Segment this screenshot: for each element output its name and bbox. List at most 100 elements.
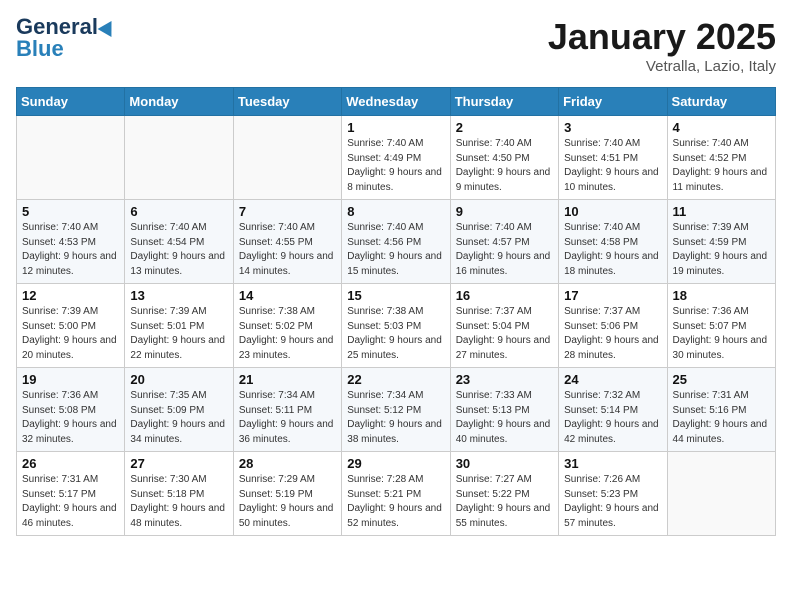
calendar-cell: 30Sunrise: 7:27 AMSunset: 5:22 PMDayligh… bbox=[450, 452, 558, 536]
calendar-cell: 22 Sunrise: 7:34 AMSunset: 5:12 PMDayligh… bbox=[342, 368, 450, 452]
calendar-cell: 1Sunrise: 7:40 AMSunset: 4:49 PMDaylight… bbox=[342, 116, 450, 200]
title-area: January 2025 Vetralla, Lazio, Italy bbox=[548, 16, 776, 75]
day-number: 17 bbox=[564, 288, 661, 303]
day-number: 1 bbox=[347, 120, 444, 135]
day-info: Sunrise: 7:39 AMSunset: 4:59 PMDaylight:… bbox=[673, 221, 770, 279]
day-number: 12 bbox=[22, 288, 119, 303]
day-number: 19 bbox=[22, 372, 119, 387]
calendar-week-row: 26 Sunrise: 7:31 AMSunset: 5:17 PMDayligh… bbox=[17, 452, 776, 536]
calendar-cell: 10 Sunrise: 7:40 AMSunset: 4:58 PMDayligh… bbox=[559, 200, 667, 284]
day-info: Sunrise: 7:39 AMSunset: 5:01 PMDaylight:… bbox=[130, 305, 227, 363]
day-number: 27 bbox=[130, 456, 227, 471]
day-number: 7 bbox=[239, 204, 336, 219]
calendar-table: SundayMondayTuesdayWednesdayThursdayFrid… bbox=[16, 87, 776, 536]
calendar-week-row: 12Sunrise: 7:39 AMSunset: 5:00 PMDayligh… bbox=[17, 284, 776, 368]
day-info: Sunrise: 7:40 AMSunset: 4:54 PMDaylight:… bbox=[130, 221, 227, 279]
day-number: 9 bbox=[456, 204, 553, 219]
day-info: Sunrise: 7:40 AMSunset: 4:50 PMDaylight:… bbox=[456, 137, 553, 195]
day-number: 3 bbox=[564, 120, 661, 135]
calendar-cell: 26 Sunrise: 7:31 AMSunset: 5:17 PMDayligh… bbox=[17, 452, 125, 536]
calendar-cell: 23 Sunrise: 7:33 AMSunset: 5:13 PMDayligh… bbox=[450, 368, 558, 452]
calendar-week-row: 1Sunrise: 7:40 AMSunset: 4:49 PMDaylight… bbox=[17, 116, 776, 200]
calendar-cell: 25 Sunrise: 7:31 AMSunset: 5:16 PMDayligh… bbox=[667, 368, 775, 452]
calendar-cell: 6 Sunrise: 7:40 AMSunset: 4:54 PMDaylight… bbox=[125, 200, 233, 284]
day-number: 8 bbox=[347, 204, 444, 219]
day-info: Sunrise: 7:38 AMSunset: 5:02 PMDaylight:… bbox=[239, 305, 336, 363]
column-header-friday: Friday bbox=[559, 88, 667, 116]
calendar-week-row: 5Sunrise: 7:40 AMSunset: 4:53 PMDaylight… bbox=[17, 200, 776, 284]
day-info: Sunrise: 7:34 AMSunset: 5:12 PMDaylight:… bbox=[347, 389, 444, 447]
calendar-cell: 14 Sunrise: 7:38 AMSunset: 5:02 PMDayligh… bbox=[233, 284, 341, 368]
day-info: Sunrise: 7:34 AMSunset: 5:11 PMDaylight:… bbox=[239, 389, 336, 447]
day-info: Sunrise: 7:40 AMSunset: 4:58 PMDaylight:… bbox=[564, 221, 661, 279]
calendar-cell: 28 Sunrise: 7:29 AMSunset: 5:19 PMDayligh… bbox=[233, 452, 341, 536]
calendar-cell: 15 Sunrise: 7:38 AMSunset: 5:03 PMDayligh… bbox=[342, 284, 450, 368]
day-info: Sunrise: 7:40 AMSunset: 4:57 PMDaylight:… bbox=[456, 221, 553, 279]
column-header-saturday: Saturday bbox=[667, 88, 775, 116]
column-header-wednesday: Wednesday bbox=[342, 88, 450, 116]
day-info: Sunrise: 7:35 AMSunset: 5:09 PMDaylight:… bbox=[130, 389, 227, 447]
logo-text-general: General bbox=[16, 16, 98, 38]
day-number: 26 bbox=[22, 456, 119, 471]
day-number: 13 bbox=[130, 288, 227, 303]
calendar-cell: 7 Sunrise: 7:40 AMSunset: 4:55 PMDaylight… bbox=[233, 200, 341, 284]
calendar-cell: 20Sunrise: 7:35 AMSunset: 5:09 PMDayligh… bbox=[125, 368, 233, 452]
day-number: 29 bbox=[347, 456, 444, 471]
location-subtitle: Vetralla, Lazio, Italy bbox=[548, 58, 776, 75]
day-info: Sunrise: 7:36 AMSunset: 5:08 PMDaylight:… bbox=[22, 389, 119, 447]
day-number: 21 bbox=[239, 372, 336, 387]
calendar-cell: 8 Sunrise: 7:40 AMSunset: 4:56 PMDaylight… bbox=[342, 200, 450, 284]
day-number: 16 bbox=[456, 288, 553, 303]
calendar-cell: 17 Sunrise: 7:37 AMSunset: 5:06 PMDayligh… bbox=[559, 284, 667, 368]
day-number: 23 bbox=[456, 372, 553, 387]
calendar-cell: 5Sunrise: 7:40 AMSunset: 4:53 PMDaylight… bbox=[17, 200, 125, 284]
day-number: 31 bbox=[564, 456, 661, 471]
calendar-cell: 18 Sunrise: 7:36 AMSunset: 5:07 PMDayligh… bbox=[667, 284, 775, 368]
day-info: Sunrise: 7:28 AMSunset: 5:21 PMDaylight:… bbox=[347, 473, 444, 531]
day-number: 6 bbox=[130, 204, 227, 219]
calendar-cell: 2 Sunrise: 7:40 AMSunset: 4:50 PMDaylight… bbox=[450, 116, 558, 200]
logo-text-blue: Blue bbox=[16, 38, 64, 60]
day-info: Sunrise: 7:29 AMSunset: 5:19 PMDaylight:… bbox=[239, 473, 336, 531]
day-number: 10 bbox=[564, 204, 661, 219]
logo-triangle-icon bbox=[98, 17, 119, 37]
column-header-thursday: Thursday bbox=[450, 88, 558, 116]
calendar-cell: 4Sunrise: 7:40 AMSunset: 4:52 PMDaylight… bbox=[667, 116, 775, 200]
day-number: 18 bbox=[673, 288, 770, 303]
day-number: 15 bbox=[347, 288, 444, 303]
day-number: 2 bbox=[456, 120, 553, 135]
day-info: Sunrise: 7:36 AMSunset: 5:07 PMDaylight:… bbox=[673, 305, 770, 363]
day-info: Sunrise: 7:30 AMSunset: 5:18 PMDaylight:… bbox=[130, 473, 227, 531]
day-number: 14 bbox=[239, 288, 336, 303]
calendar-cell bbox=[233, 116, 341, 200]
calendar-cell: 24Sunrise: 7:32 AMSunset: 5:14 PMDayligh… bbox=[559, 368, 667, 452]
day-number: 28 bbox=[239, 456, 336, 471]
calendar-week-row: 19 Sunrise: 7:36 AMSunset: 5:08 PMDayligh… bbox=[17, 368, 776, 452]
page-header: General Blue January 2025 Vetralla, Lazi… bbox=[16, 16, 776, 75]
day-info: Sunrise: 7:31 AMSunset: 5:17 PMDaylight:… bbox=[22, 473, 119, 531]
column-header-sunday: Sunday bbox=[17, 88, 125, 116]
calendar-cell: 27 Sunrise: 7:30 AMSunset: 5:18 PMDayligh… bbox=[125, 452, 233, 536]
column-header-tuesday: Tuesday bbox=[233, 88, 341, 116]
day-info: Sunrise: 7:38 AMSunset: 5:03 PMDaylight:… bbox=[347, 305, 444, 363]
calendar-cell: 19 Sunrise: 7:36 AMSunset: 5:08 PMDayligh… bbox=[17, 368, 125, 452]
day-info: Sunrise: 7:40 AMSunset: 4:56 PMDaylight:… bbox=[347, 221, 444, 279]
day-info: Sunrise: 7:37 AMSunset: 5:06 PMDaylight:… bbox=[564, 305, 661, 363]
day-info: Sunrise: 7:33 AMSunset: 5:13 PMDaylight:… bbox=[456, 389, 553, 447]
day-info: Sunrise: 7:32 AMSunset: 5:14 PMDaylight:… bbox=[564, 389, 661, 447]
day-info: Sunrise: 7:27 AMSunset: 5:22 PMDaylight:… bbox=[456, 473, 553, 531]
day-number: 22 bbox=[347, 372, 444, 387]
calendar-cell: 16Sunrise: 7:37 AMSunset: 5:04 PMDayligh… bbox=[450, 284, 558, 368]
calendar-header-row: SundayMondayTuesdayWednesdayThursdayFrid… bbox=[17, 88, 776, 116]
day-number: 5 bbox=[22, 204, 119, 219]
column-header-monday: Monday bbox=[125, 88, 233, 116]
calendar-cell: 3Sunrise: 7:40 AMSunset: 4:51 PMDaylight… bbox=[559, 116, 667, 200]
day-number: 25 bbox=[673, 372, 770, 387]
logo: General Blue bbox=[16, 16, 116, 60]
calendar-cell bbox=[667, 452, 775, 536]
month-title: January 2025 bbox=[548, 16, 776, 58]
day-info: Sunrise: 7:40 AMSunset: 4:55 PMDaylight:… bbox=[239, 221, 336, 279]
day-info: Sunrise: 7:31 AMSunset: 5:16 PMDaylight:… bbox=[673, 389, 770, 447]
calendar-cell bbox=[17, 116, 125, 200]
calendar-cell: 29 Sunrise: 7:28 AMSunset: 5:21 PMDayligh… bbox=[342, 452, 450, 536]
